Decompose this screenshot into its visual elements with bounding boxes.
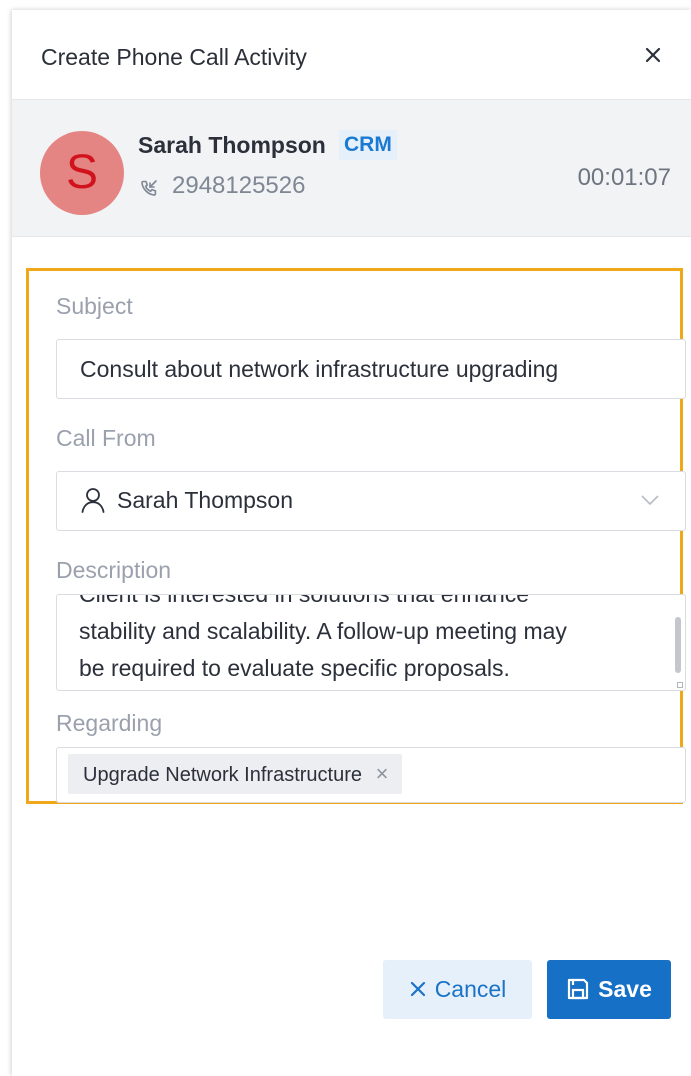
create-activity-dialog: Create Phone Call Activity S Sarah Thomp… — [12, 10, 691, 1076]
phone-number: 2948125526 — [172, 172, 306, 199]
close-button[interactable] — [639, 41, 667, 69]
call-from-label: Call From — [56, 425, 156, 451]
regarding-tag-input[interactable]: Upgrade Network Infrastructure × — [56, 747, 686, 803]
avatar: S — [40, 131, 124, 215]
call-from-select[interactable]: Sarah Thompson — [56, 471, 686, 531]
description-text: Client is interested in solutions that e… — [79, 594, 567, 681]
call-from-value: Sarah Thompson — [117, 487, 294, 513]
contact-name: Sarah Thompson — [138, 132, 326, 158]
scrollbar-thumb[interactable] — [675, 617, 681, 673]
contact-summary: S Sarah Thompson CRM 2948125526 00:01:07 — [12, 99, 691, 237]
regarding-tag-label: Upgrade Network Infrastructure — [83, 764, 363, 786]
tag-remove-icon[interactable]: × — [376, 754, 389, 794]
crm-badge: CRM — [339, 130, 397, 160]
description-label: Description — [56, 557, 172, 583]
user-icon — [81, 488, 105, 513]
incoming-call-icon — [141, 180, 157, 196]
resize-handle[interactable] — [677, 682, 683, 688]
chevron-down-icon — [641, 495, 659, 506]
save-label: Save — [598, 976, 652, 1002]
close-icon — [645, 47, 661, 63]
close-icon — [410, 981, 425, 997]
description-textarea[interactable]: Client is interested in solutions that e… — [56, 594, 686, 691]
save-button[interactable]: Save — [547, 960, 671, 1019]
regarding-tag: Upgrade Network Infrastructure × — [68, 754, 403, 794]
dialog-title: Create Phone Call Activity — [41, 44, 307, 70]
activity-form: Subject Consult about network infrastruc… — [26, 268, 686, 804]
subject-label: Subject — [56, 293, 133, 319]
save-icon — [568, 978, 589, 1000]
subject-input[interactable]: Consult about network infrastructure upg… — [56, 339, 686, 399]
regarding-label: Regarding — [56, 710, 163, 736]
call-duration: 00:01:07 — [577, 164, 671, 191]
cancel-label: Cancel — [434, 976, 507, 1002]
dialog-header: Create Phone Call Activity — [12, 10, 691, 99]
cancel-button[interactable]: Cancel — [383, 960, 532, 1019]
